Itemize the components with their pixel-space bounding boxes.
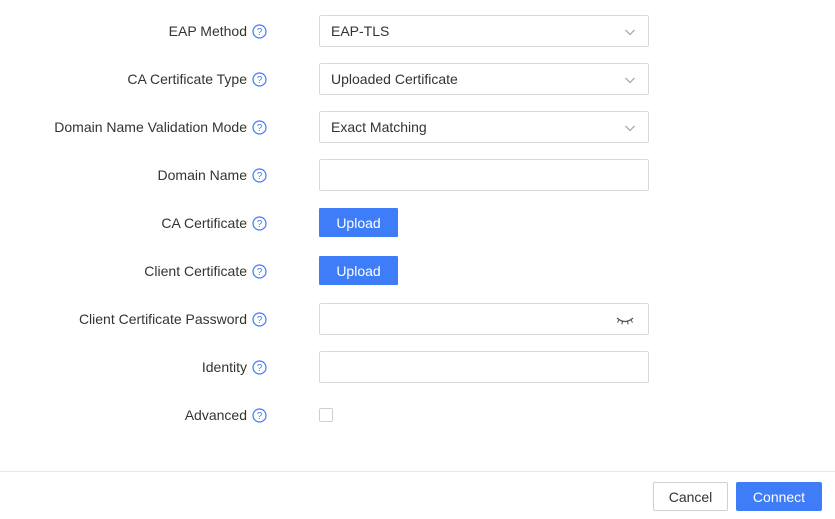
row-eap-method: EAP Method ? EAP-TLS bbox=[0, 15, 835, 47]
identity-label: Identity bbox=[201, 359, 247, 375]
ca-certificate-type-label-group: CA Certificate Type ? bbox=[127, 63, 267, 95]
svg-text:?: ? bbox=[257, 411, 263, 422]
row-domain-name: Domain Name ? bbox=[0, 159, 835, 191]
help-icon[interactable]: ? bbox=[252, 359, 267, 375]
client-certificate-label: Client Certificate bbox=[144, 263, 247, 279]
cancel-button[interactable]: Cancel bbox=[653, 482, 728, 511]
svg-text:?: ? bbox=[257, 267, 263, 278]
svg-text:?: ? bbox=[257, 27, 263, 38]
ca-certificate-type-label: CA Certificate Type bbox=[127, 71, 247, 87]
client-certificate-password-input[interactable] bbox=[319, 303, 649, 335]
help-icon[interactable]: ? bbox=[252, 167, 267, 183]
row-ca-certificate: CA Certificate ? Upload bbox=[0, 207, 835, 239]
svg-text:?: ? bbox=[257, 363, 263, 374]
chevron-down-icon bbox=[625, 125, 635, 132]
eap-method-select[interactable]: EAP-TLS bbox=[319, 15, 649, 47]
row-identity: Identity ? bbox=[0, 351, 835, 383]
client-certificate-label-group: Client Certificate ? bbox=[144, 255, 267, 287]
svg-text:?: ? bbox=[257, 315, 263, 326]
domain-validation-mode-select[interactable]: Exact Matching bbox=[319, 111, 649, 143]
ca-certificate-type-value: Uploaded Certificate bbox=[331, 71, 458, 87]
advanced-checkbox[interactable] bbox=[319, 408, 333, 422]
help-icon[interactable]: ? bbox=[252, 71, 267, 87]
eye-closed-icon[interactable] bbox=[615, 313, 635, 327]
advanced-label-group: Advanced ? bbox=[185, 399, 267, 431]
ca-certificate-type-select[interactable]: Uploaded Certificate bbox=[319, 63, 649, 95]
help-icon[interactable]: ? bbox=[252, 407, 267, 423]
svg-text:?: ? bbox=[257, 171, 263, 182]
client-certificate-upload-button[interactable]: Upload bbox=[319, 256, 398, 285]
help-icon[interactable]: ? bbox=[252, 311, 267, 327]
advanced-label: Advanced bbox=[184, 407, 247, 423]
client-certificate-password-label-group: Client Certificate Password ? bbox=[79, 303, 267, 335]
help-icon[interactable]: ? bbox=[252, 215, 267, 231]
eap-method-label-group: EAP Method ? bbox=[169, 15, 267, 47]
identity-label-group: Identity ? bbox=[202, 351, 267, 383]
ca-certificate-upload-button[interactable]: Upload bbox=[319, 208, 398, 237]
row-ca-certificate-type: CA Certificate Type ? Uploaded Certifica… bbox=[0, 63, 835, 95]
domain-validation-mode-label: Domain Name Validation Mode bbox=[54, 119, 247, 135]
svg-text:?: ? bbox=[257, 123, 263, 134]
help-icon[interactable]: ? bbox=[252, 119, 267, 135]
row-client-certificate: Client Certificate ? Upload bbox=[0, 255, 835, 287]
connect-button[interactable]: Connect bbox=[736, 482, 822, 511]
eap-method-label: EAP Method bbox=[168, 23, 247, 39]
identity-input[interactable] bbox=[319, 351, 649, 383]
help-icon[interactable]: ? bbox=[252, 23, 267, 39]
svg-text:?: ? bbox=[257, 75, 263, 86]
chevron-down-icon bbox=[625, 29, 635, 36]
domain-validation-mode-label-group: Domain Name Validation Mode ? bbox=[54, 111, 267, 143]
ca-certificate-label-group: CA Certificate ? bbox=[161, 207, 267, 239]
svg-text:?: ? bbox=[257, 219, 263, 230]
row-domain-validation-mode: Domain Name Validation Mode ? Exact Matc… bbox=[0, 111, 835, 143]
chevron-down-icon bbox=[625, 77, 635, 84]
row-advanced: Advanced ? bbox=[0, 399, 835, 431]
help-icon[interactable]: ? bbox=[252, 263, 267, 279]
client-certificate-password-label: Client Certificate Password bbox=[78, 311, 247, 327]
domain-name-label: Domain Name bbox=[157, 167, 247, 183]
row-client-certificate-password: Client Certificate Password ? bbox=[0, 303, 835, 335]
footer-divider bbox=[0, 471, 835, 472]
domain-validation-mode-value: Exact Matching bbox=[331, 119, 427, 135]
domain-name-label-group: Domain Name ? bbox=[158, 159, 267, 191]
ca-certificate-label: CA Certificate bbox=[161, 215, 247, 231]
eap-method-value: EAP-TLS bbox=[331, 23, 390, 39]
domain-name-input[interactable] bbox=[319, 159, 649, 191]
